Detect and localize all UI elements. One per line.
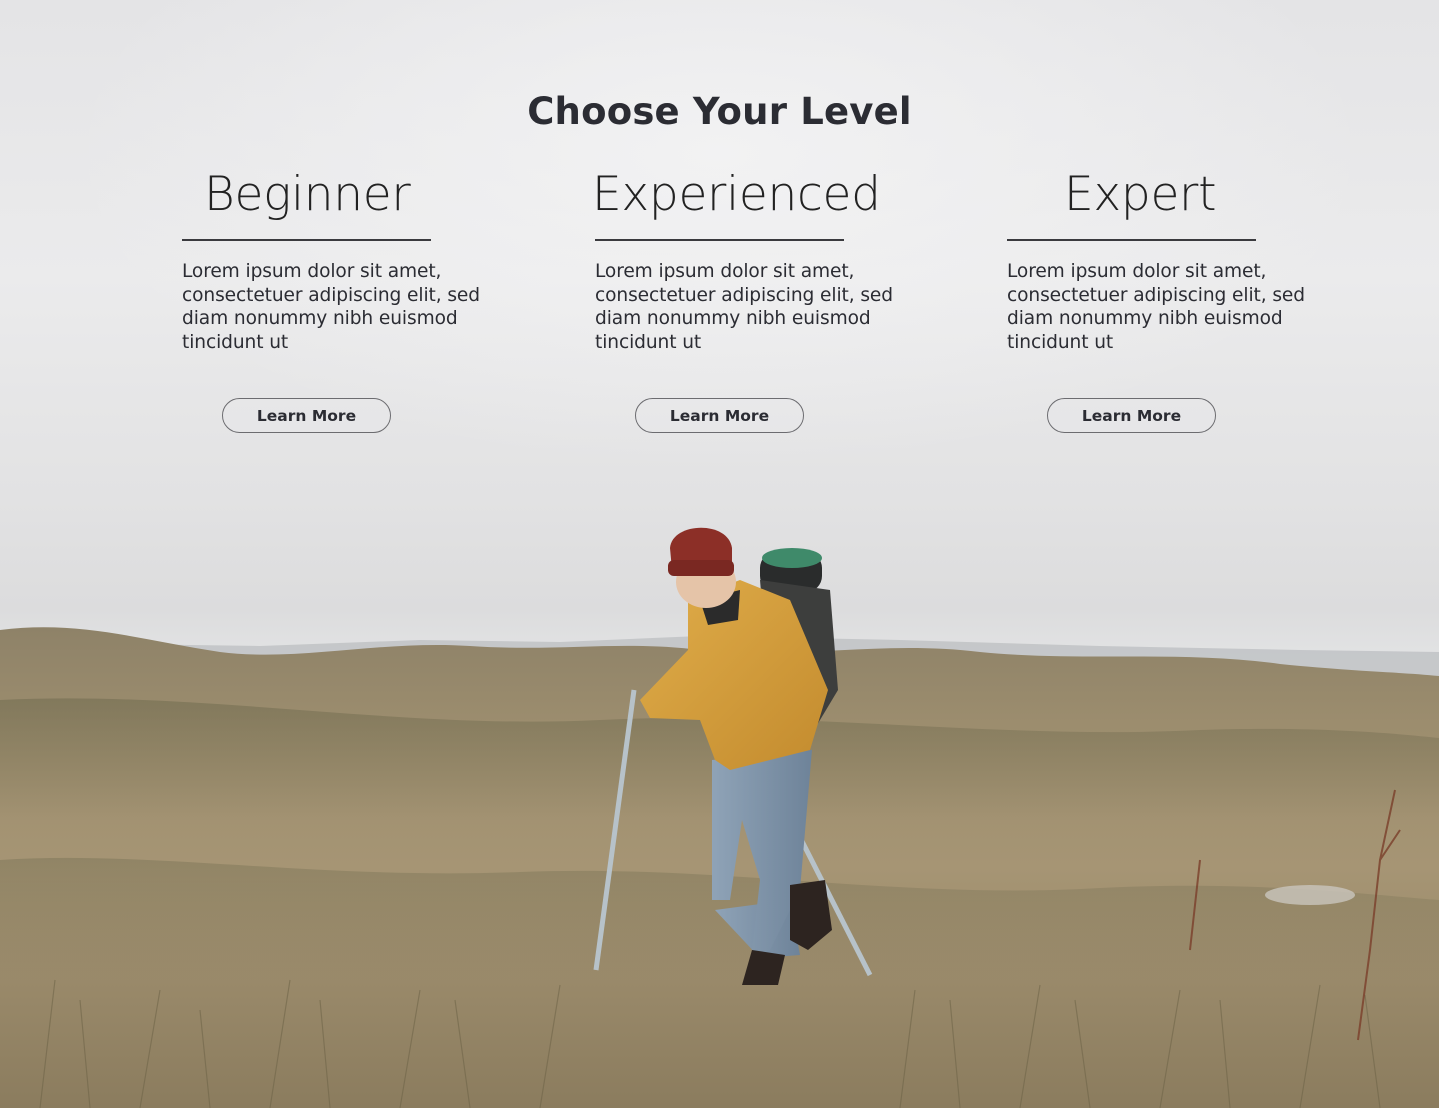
level-card-beginner: Beginner Lorem ipsum dolor sit amet, con… [182,166,482,433]
learn-more-button-expert[interactable]: Learn More [1047,398,1216,433]
divider [1007,239,1256,241]
level-name: Expert [1064,167,1217,222]
level-name: Beginner [204,167,411,222]
level-name: Experienced [592,167,881,222]
level-card-expert: Expert Lorem ipsum dolor sit amet, conse… [1007,166,1307,433]
level-description: Lorem ipsum dolor sit amet, consectetuer… [595,261,893,354]
divider [595,239,844,241]
learn-more-button-beginner[interactable]: Learn More [222,398,391,433]
page-title: Choose Your Level [527,90,912,133]
level-section: Choose Your Level Beginner Lorem ipsum d… [0,0,1439,1108]
level-description: Lorem ipsum dolor sit amet, consectetuer… [1007,261,1305,354]
divider [182,239,431,241]
level-card-experienced: Experienced Lorem ipsum dolor sit amet, … [592,166,895,433]
learn-more-button-experienced[interactable]: Learn More [635,398,804,433]
level-description: Lorem ipsum dolor sit amet, consectetuer… [182,261,480,354]
